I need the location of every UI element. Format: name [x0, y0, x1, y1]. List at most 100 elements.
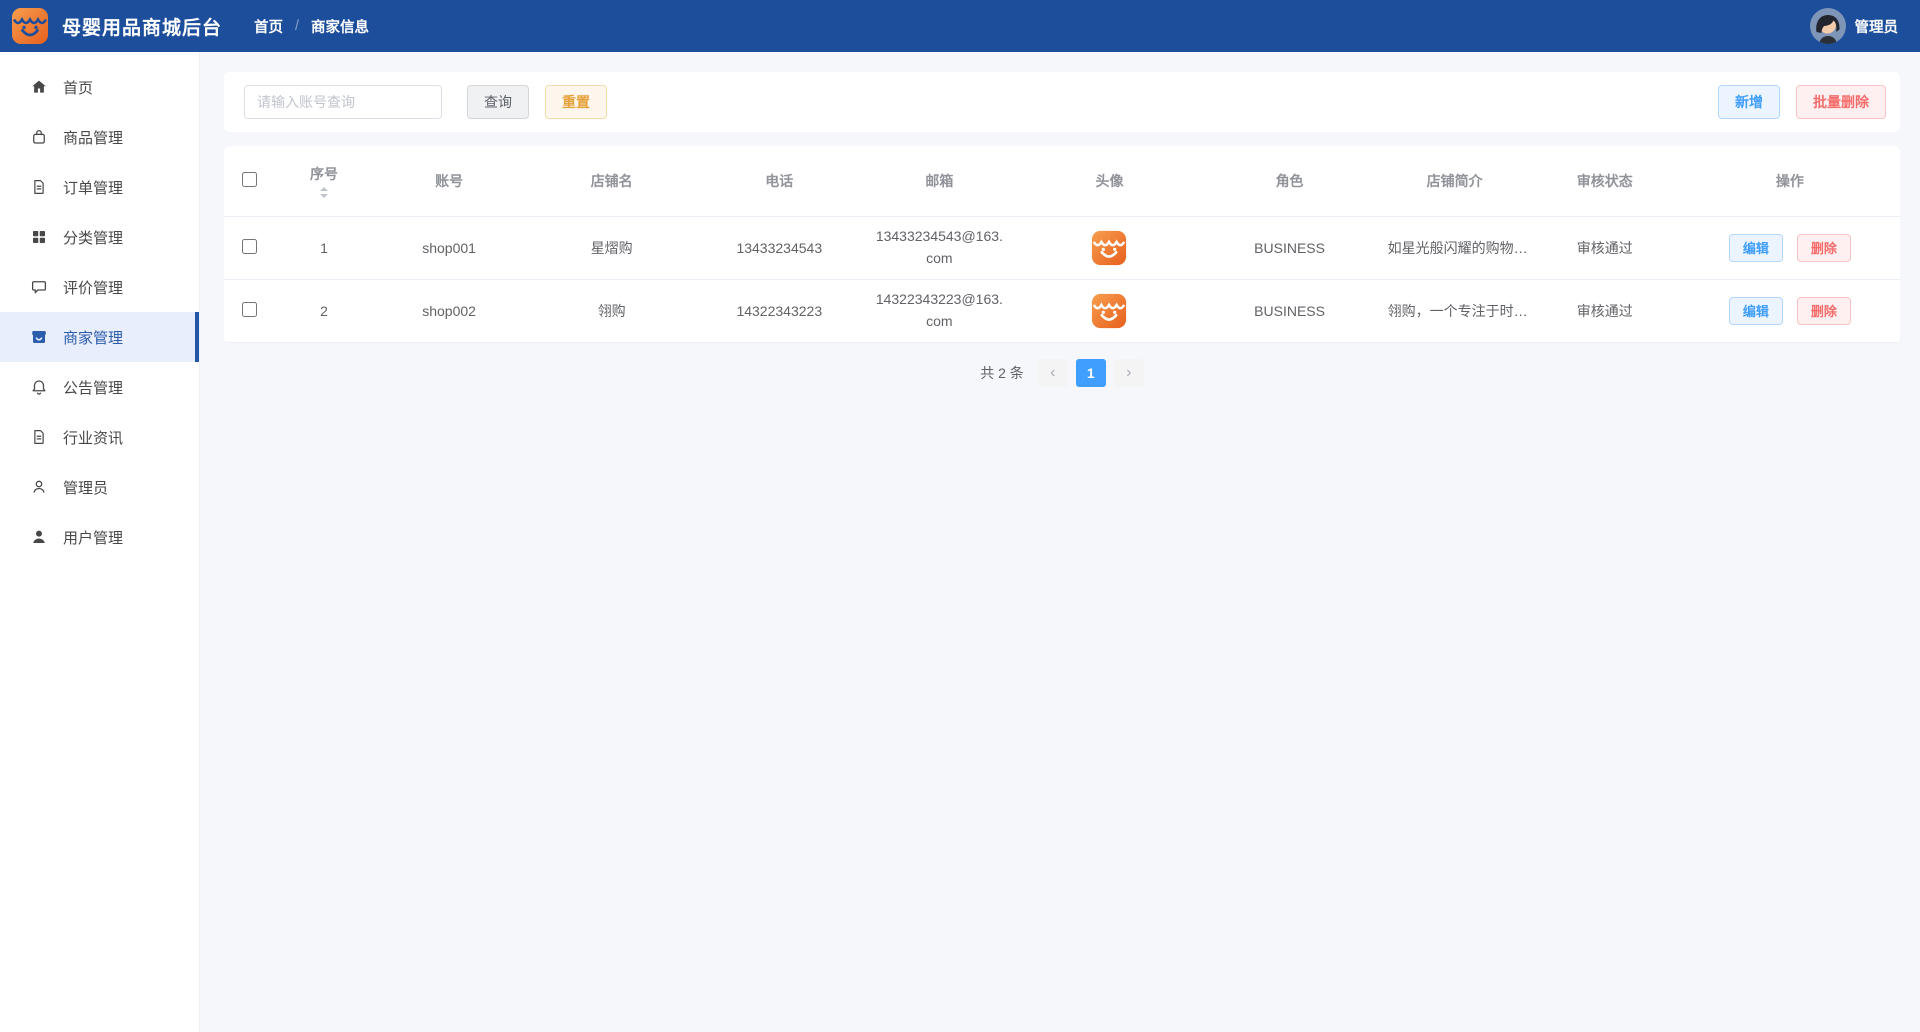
sidebar-item-home[interactable]: 首页 — [0, 62, 199, 112]
add-button[interactable]: 新增 — [1718, 85, 1780, 119]
sidebar-item-label: 首页 — [63, 79, 94, 97]
intro-cell: 翎购，一个专注于时… — [1379, 279, 1530, 343]
avatar-cell — [1019, 279, 1200, 343]
sidebar-item-announcements[interactable]: 公告管理 — [0, 362, 199, 412]
role-cell: BUSINESS — [1199, 279, 1380, 343]
breadcrumb-current[interactable]: 商家信息 — [311, 16, 369, 37]
breadcrumb: 首页 / 商家信息 — [254, 16, 369, 37]
grid-icon — [33, 231, 45, 243]
chat-bubble-icon — [31, 281, 47, 294]
col-actions: 操作 — [1679, 146, 1900, 217]
delete-button[interactable]: 删除 — [1796, 296, 1851, 325]
account-search-input[interactable] — [244, 85, 442, 119]
row-checkbox[interactable] — [241, 238, 257, 254]
sidebar-item-merchants[interactable]: 商家管理 — [0, 312, 199, 362]
sidebar-item-label: 订单管理 — [63, 179, 124, 197]
sidebar-item-label: 行业资讯 — [63, 429, 124, 447]
shop-logo-icon — [1090, 292, 1128, 330]
sidebar: 首页 商品管理 订单管理 分类管理 评价管理 商家管理 公告管理 行业资讯 管理… — [0, 52, 200, 1032]
document-icon — [34, 180, 44, 194]
sidebar-item-label: 评价管理 — [63, 279, 124, 297]
col-index: 序号 — [274, 146, 375, 217]
col-account: 账号 — [374, 146, 525, 217]
sidebar-item-reviews[interactable]: 评价管理 — [0, 262, 199, 312]
sidebar-item-label: 商品管理 — [63, 129, 124, 147]
sidebar-item-users[interactable]: 用户管理 — [0, 512, 199, 562]
user-avatar — [1809, 8, 1846, 44]
row-select-cell — [224, 216, 275, 280]
sidebar-item-label: 商家管理 — [63, 329, 124, 347]
breadcrumb-home[interactable]: 首页 — [254, 16, 283, 37]
role-cell: BUSINESS — [1199, 216, 1380, 280]
top-navbar: 母婴用品商城后台 首页 / 商家信息 管理员 — [0, 0, 1920, 52]
prev-page-icon[interactable]: ‹ — [1037, 358, 1068, 387]
phone-cell: 14322343223 — [699, 279, 860, 343]
audit-status-cell: 审核通过 — [1529, 279, 1680, 343]
col-intro: 店铺简介 — [1379, 146, 1530, 217]
shopping-bag-icon — [33, 130, 45, 144]
account-cell: shop001 — [374, 216, 525, 280]
shop-name-cell: 翎购 — [524, 279, 700, 343]
select-all-checkbox[interactable] — [241, 171, 257, 187]
pagination: 共 2 条 ‹ 1 › — [224, 358, 1900, 387]
phone-cell: 13433234543 — [699, 216, 860, 280]
avatar-cell — [1019, 216, 1200, 280]
actions-cell: 编辑 删除 — [1679, 279, 1900, 343]
sort-caret-icon[interactable] — [320, 186, 329, 198]
sidebar-item-label: 管理员 — [63, 479, 109, 497]
col-avatar: 头像 — [1019, 146, 1200, 217]
sidebar-item-industry-news[interactable]: 行业资讯 — [0, 412, 199, 462]
person-outline-icon — [33, 480, 45, 493]
sidebar-item-admins[interactable]: 管理员 — [0, 462, 199, 512]
sidebar-item-label: 分类管理 — [63, 229, 124, 247]
email-cell: 13433234543@163.com — [859, 216, 1020, 280]
bell-icon — [32, 380, 46, 395]
breadcrumb-separator: / — [295, 18, 300, 34]
actions-cell: 编辑 删除 — [1679, 216, 1900, 280]
table-header-row: 序号 账号 店铺名 电话 邮箱 头像 角色 店铺简介 审核状态 操作 — [224, 146, 1900, 217]
main-content: 查询 重置 新增 批量删除 序号 — [200, 52, 1920, 1032]
pagination-total: 共 2 条 — [980, 364, 1024, 381]
email-cell: 14322343223@163.com — [859, 279, 1020, 343]
col-email: 邮箱 — [859, 146, 1020, 217]
page-number-button[interactable]: 1 — [1075, 358, 1106, 387]
sidebar-item-categories[interactable]: 分类管理 — [0, 212, 199, 262]
toolbar-card: 查询 重置 新增 批量删除 — [224, 72, 1900, 132]
audit-status-cell: 审核通过 — [1529, 216, 1680, 280]
col-shop-name: 店铺名 — [524, 146, 700, 217]
row-select-cell — [224, 279, 275, 343]
intro-cell: 如星光般闪耀的购物… — [1379, 216, 1530, 280]
table-row: 2 shop002 翎购 14322343223 14322343223@163… — [224, 279, 1900, 343]
app-logo-icon — [10, 6, 50, 46]
index-cell: 2 — [274, 279, 375, 343]
select-all-cell — [224, 146, 275, 217]
edit-button[interactable]: 编辑 — [1728, 233, 1783, 262]
merchant-table: 序号 账号 店铺名 电话 邮箱 头像 角色 店铺简介 审核状态 操作 1 sho… — [224, 146, 1900, 343]
row-checkbox[interactable] — [241, 301, 257, 317]
next-page-icon[interactable]: › — [1113, 358, 1144, 387]
table-row: 1 shop001 星熠购 13433234543 13433234543@16… — [224, 216, 1900, 280]
app-title: 母婴用品商城后台 — [62, 17, 223, 39]
col-phone: 电话 — [699, 146, 860, 217]
storefront-icon — [32, 331, 46, 343]
user-menu[interactable]: 管理员 — [1809, 8, 1899, 44]
home-icon — [32, 80, 46, 93]
col-index-label: 序号 — [310, 165, 339, 182]
shop-name-cell: 星熠购 — [524, 216, 700, 280]
user-label: 管理员 — [1854, 19, 1899, 36]
news-icon — [34, 430, 44, 444]
account-cell: shop002 — [374, 279, 525, 343]
sidebar-item-products[interactable]: 商品管理 — [0, 112, 199, 162]
sidebar-item-orders[interactable]: 订单管理 — [0, 162, 199, 212]
merchant-table-card: 序号 账号 店铺名 电话 邮箱 头像 角色 店铺简介 审核状态 操作 1 sho… — [224, 146, 1900, 343]
reset-button[interactable]: 重置 — [545, 85, 607, 119]
sidebar-item-label: 公告管理 — [63, 379, 124, 397]
query-button[interactable]: 查询 — [467, 85, 529, 119]
sidebar-item-label: 用户管理 — [63, 529, 124, 547]
batch-delete-button[interactable]: 批量删除 — [1796, 85, 1886, 119]
index-cell: 1 — [274, 216, 375, 280]
delete-button[interactable]: 删除 — [1796, 233, 1851, 262]
shop-logo-icon — [1090, 229, 1128, 267]
person-filled-icon — [33, 530, 45, 543]
edit-button[interactable]: 编辑 — [1728, 296, 1783, 325]
